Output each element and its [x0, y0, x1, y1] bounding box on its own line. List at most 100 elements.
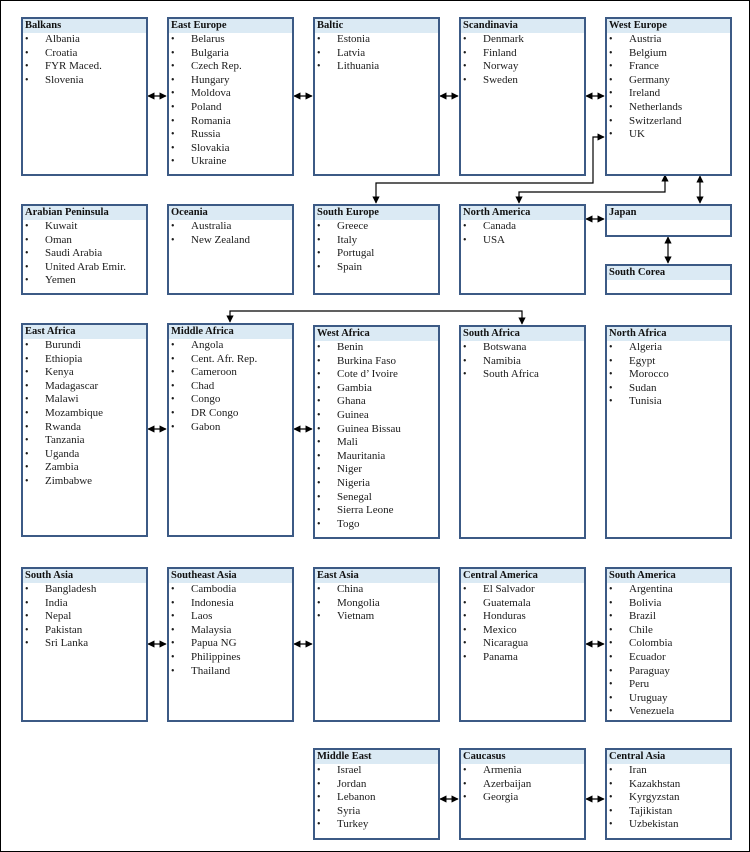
bullet-icon: •: [25, 421, 29, 433]
country-name: Uruguay: [629, 691, 668, 704]
bullet-icon: •: [171, 665, 175, 677]
bullet-icon: •: [171, 421, 175, 433]
country-name: Guinea: [337, 408, 369, 421]
country-item: • Tanzania: [23, 434, 146, 448]
country-name: Papua NG: [191, 637, 237, 650]
bullet-icon: •: [25, 261, 29, 273]
region-title: East Africa: [23, 325, 146, 339]
country-item: • FYR Maced.: [23, 60, 146, 74]
country-item: • Poland: [169, 101, 292, 115]
region-title: South Africa: [461, 327, 584, 341]
country-name: Indonesia: [191, 596, 234, 609]
bullet-icon: •: [609, 584, 613, 595]
country-name: Iran: [629, 764, 647, 776]
country-list: • Canada • USA: [461, 220, 584, 247]
bullet-icon: •: [25, 462, 29, 474]
bullet-icon: •: [317, 505, 321, 517]
country-name: Georgia: [483, 791, 519, 804]
country-list: • Israel • Jordan • Lebanon • Syria • Turkey: [315, 764, 438, 832]
country-item: • Guatemala: [461, 597, 584, 611]
country-item: • Zimbabwe: [23, 475, 146, 489]
bullet-icon: •: [317, 396, 321, 408]
country-item: • United Arab Emir.: [23, 261, 146, 275]
country-item: • Botswana: [461, 341, 584, 355]
country-name: Czech Rep.: [191, 60, 242, 73]
country-item: • Sweden: [461, 74, 584, 88]
bullet-icon: •: [171, 34, 175, 45]
country-item: • Namibia: [461, 355, 584, 369]
country-item: • Georgia: [461, 791, 584, 805]
country-item: • Germany: [607, 74, 730, 88]
country-name: Rwanda: [45, 420, 82, 433]
country-item: • Syria: [315, 805, 438, 819]
country-name: Bolivia: [629, 596, 662, 609]
bullet-icon: •: [25, 340, 29, 351]
bullet-icon: •: [317, 765, 321, 776]
region-title: South Europe: [315, 206, 438, 220]
country-name: Vietnam: [337, 610, 375, 623]
bullet-icon: •: [463, 611, 467, 623]
country-item: • Kenya: [23, 366, 146, 380]
country-name: Saudi Arabia: [45, 247, 103, 260]
bullet-icon: •: [609, 819, 613, 831]
bullet-icon: •: [25, 221, 29, 232]
country-item: • Canada: [461, 220, 584, 234]
bullet-icon: •: [609, 792, 613, 804]
country-name: Ukraine: [191, 155, 227, 168]
bullet-icon: •: [317, 597, 321, 609]
country-name: Argentina: [629, 583, 673, 595]
bullet-icon: •: [317, 778, 321, 790]
country-name: Botswana: [483, 341, 527, 353]
country-item: • Kazakhstan: [607, 778, 730, 792]
bullet-icon: •: [171, 47, 175, 59]
country-name: Ireland: [629, 87, 661, 100]
region-title: South Asia: [23, 569, 146, 583]
region-box-caucasus: Caucasus • Armenia • Azerbaijan • Georgia: [459, 748, 586, 840]
country-item: • Papua NG: [169, 637, 292, 651]
bullet-icon: •: [171, 407, 175, 419]
country-item: • Sierra Leone: [315, 504, 438, 518]
country-name: South Africa: [483, 368, 539, 381]
bullet-icon: •: [463, 74, 467, 86]
country-name: Mauritania: [337, 449, 386, 462]
bullet-icon: •: [25, 435, 29, 447]
bullet-icon: •: [317, 477, 321, 489]
country-item: • Morocco: [607, 368, 730, 382]
region-title: Middle Africa: [169, 325, 292, 339]
country-name: Zimbabwe: [45, 474, 93, 487]
bullet-icon: •: [463, 651, 467, 663]
region-title: Caucasus: [461, 750, 584, 764]
country-name: Cote d’ Ivoire: [337, 368, 398, 381]
country-name: Kazakhstan: [629, 777, 681, 790]
bullet-icon: •: [317, 342, 321, 353]
country-name: Algeria: [629, 341, 662, 353]
bullet-icon: •: [171, 61, 175, 73]
bullet-icon: •: [171, 367, 175, 379]
bullet-icon: •: [25, 407, 29, 419]
region-title: East Europe: [169, 19, 292, 33]
country-item: • Paraguay: [607, 665, 730, 679]
country-item: • South Africa: [461, 368, 584, 382]
country-item: • Greece: [315, 220, 438, 234]
country-item: • Chile: [607, 624, 730, 638]
bullet-icon: •: [317, 234, 321, 246]
country-item: • New Zealand: [169, 234, 292, 248]
country-name: Sudan: [629, 381, 657, 394]
country-name: Switzerland: [629, 114, 682, 127]
country-item: • Cote d’ Ivoire: [315, 368, 438, 382]
country-name: France: [629, 60, 659, 73]
country-item: • China: [315, 583, 438, 597]
country-name: New Zealand: [191, 233, 250, 246]
bullet-icon: •: [171, 142, 175, 154]
region-box-scandinavia: Scandinavia • Denmark • Finland • Norway • Swede…: [459, 17, 586, 176]
region-title: North America: [461, 206, 584, 220]
country-name: Burkina Faso: [337, 354, 396, 367]
bullet-icon: •: [463, 34, 467, 45]
country-item: • Pakistan: [23, 624, 146, 638]
country-item: • Colombia: [607, 637, 730, 651]
country-name: Moldova: [191, 87, 231, 100]
country-item: • Panama: [461, 651, 584, 665]
bullet-icon: •: [171, 101, 175, 113]
country-item: • Belarus: [169, 33, 292, 47]
country-name: Kyrgyzstan: [629, 791, 680, 804]
